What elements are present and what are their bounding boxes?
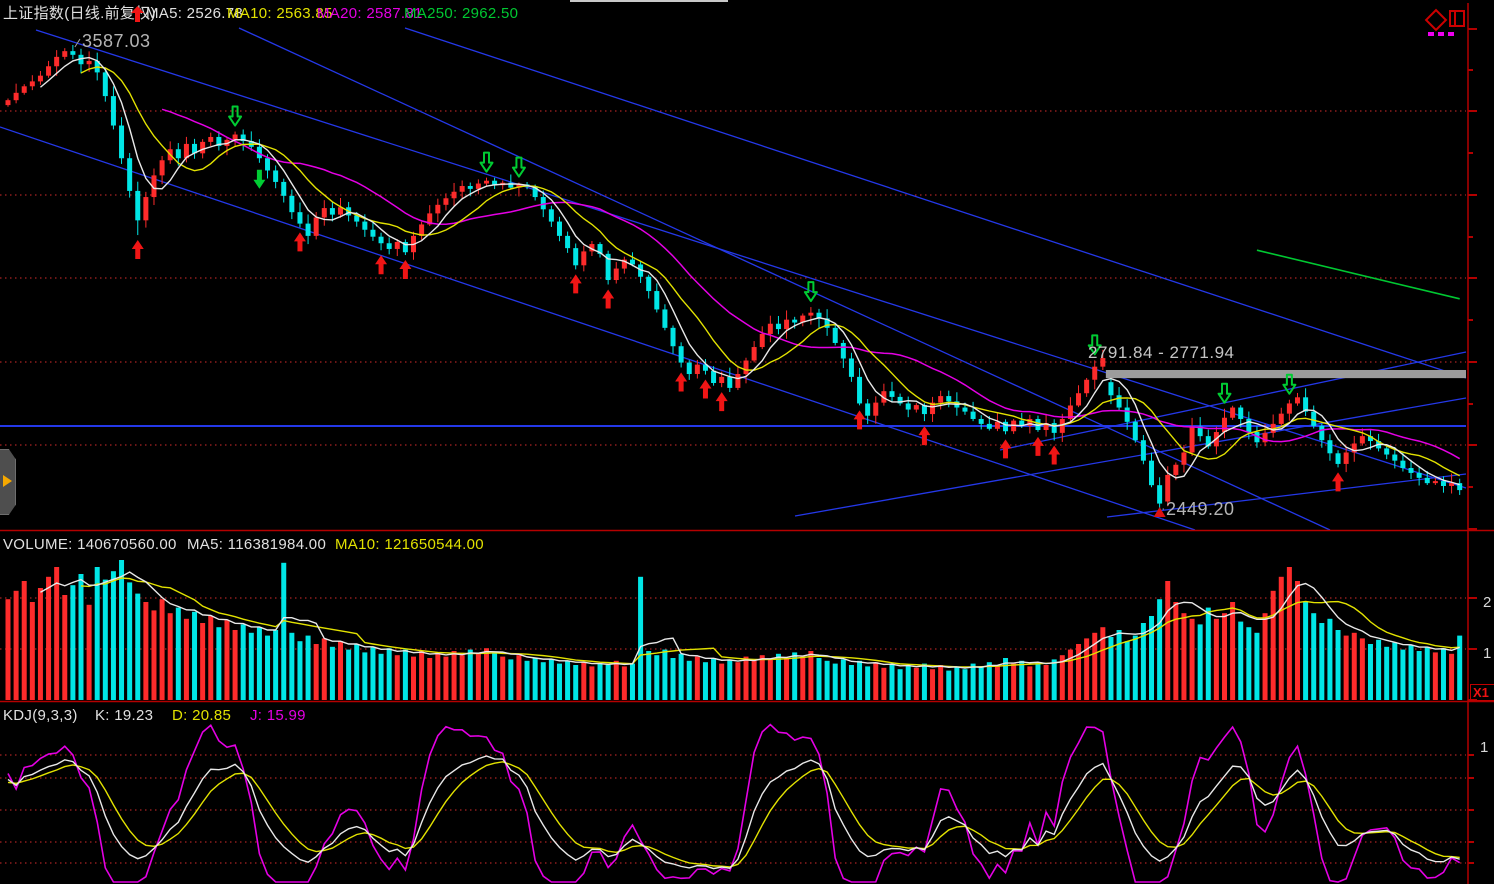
kdj-lines [8, 725, 1460, 882]
sell-warning-arrow [229, 107, 241, 126]
candles-layer [6, 45, 1463, 510]
top-edge-artifact [570, 0, 728, 2]
split-window-icon[interactable] [1449, 10, 1465, 27]
diamond-marker-icon[interactable] [1425, 9, 1448, 32]
sell-warning-arrow [1219, 384, 1231, 403]
sell-warning-arrow [480, 153, 492, 172]
volume-value: VOLUME: 140670560.00 [3, 535, 177, 555]
chart-canvas[interactable] [0, 0, 1494, 884]
kdj-d-value: D: 20.85 [172, 706, 231, 726]
ma250-value: MA250: 2962.50 [404, 4, 518, 24]
ma10-line [81, 67, 1460, 476]
sidebar-expand-tab[interactable] [0, 449, 16, 515]
buy-signal-arrow [716, 392, 728, 411]
kdj-j-line [8, 725, 1460, 882]
volume-axis-label-lower: 1 [1483, 645, 1491, 662]
volume-ma5-value: MA5: 116381984.00 [187, 535, 326, 555]
buy-signal-arrow [132, 240, 144, 259]
buy-signal-arrow [675, 372, 687, 391]
buy-signal-arrow [1048, 446, 1060, 465]
kdj-axis-label-top: 1 [1480, 739, 1488, 756]
buy-signal-arrow [699, 380, 711, 399]
buy-signal-arrow [918, 426, 930, 445]
trendlines [0, 28, 1466, 530]
kdj-name: KDJ(9,3,3) [3, 706, 78, 726]
up-arrow-icon [131, 6, 144, 27]
volume-axis-label-upper: 2 [1483, 594, 1491, 611]
buy-signal-arrow [602, 289, 614, 308]
volume-bars [6, 560, 1463, 700]
corner-toolbar [1424, 8, 1484, 40]
more-options-icon[interactable] [1438, 32, 1444, 36]
peak-price-label: 3587.03 [82, 31, 151, 52]
buy-signal-arrow [375, 255, 387, 274]
buy-signal-arrow [1032, 437, 1044, 456]
signal-arrows [132, 107, 1344, 492]
trough-price-label: 2449.20 [1166, 499, 1235, 520]
buy-signal-arrow [1000, 439, 1012, 458]
volume-ma10-line [81, 578, 1460, 667]
more-options-icon[interactable] [1428, 32, 1434, 36]
gridlines [0, 111, 1466, 863]
buy-signal-arrow [294, 232, 306, 251]
kdj-j-value: J: 15.99 [250, 706, 306, 726]
stock-chart-window: 上证指数(日线.前复权) MA5: 2526.78 MA10: 2563.85 … [0, 0, 1494, 884]
expand-arrow-icon [3, 475, 12, 487]
volume-scale-multiplier-button[interactable]: X1 [1470, 684, 1494, 701]
sell-signal-arrow [253, 170, 265, 189]
ma250-line [1257, 250, 1460, 299]
sell-warning-arrow [513, 158, 525, 177]
buy-signal-arrow [570, 274, 582, 293]
more-options-icon[interactable] [1448, 32, 1454, 36]
kdj-k-line [8, 756, 1460, 869]
gap-range-label: 2791.84 - 2771.94 [1088, 343, 1235, 363]
kdj-k-value: K: 19.23 [95, 706, 153, 726]
volume-ma10-value: MA10: 121650544.00 [335, 535, 484, 555]
